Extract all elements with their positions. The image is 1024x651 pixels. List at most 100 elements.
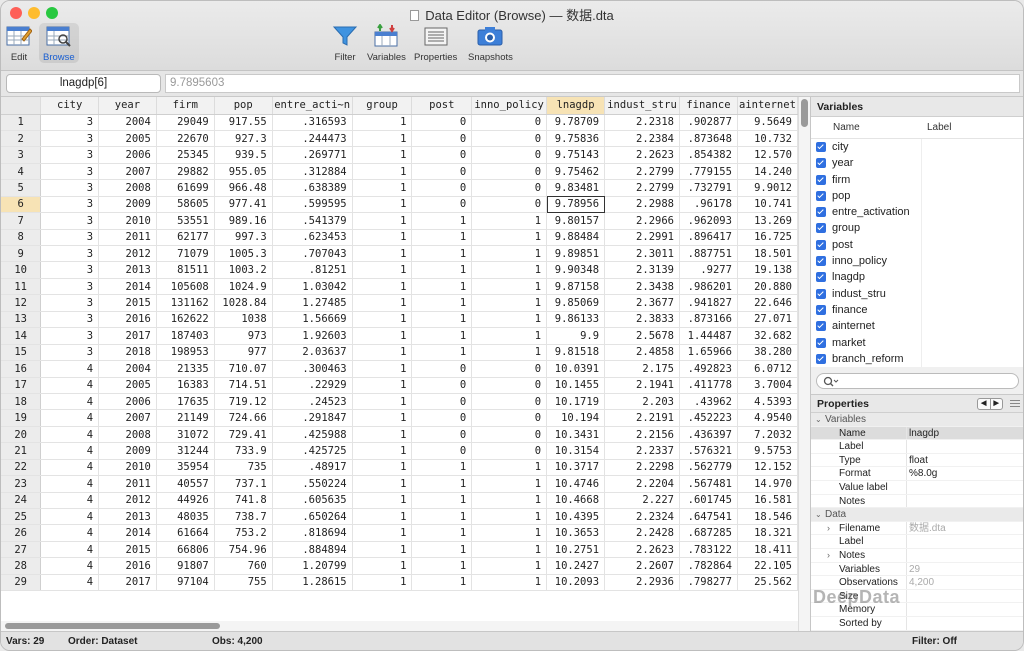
- data-cell[interactable]: 9.81518: [546, 344, 606, 362]
- column-header[interactable]: indust_stru: [604, 97, 680, 115]
- data-cell[interactable]: 2.2799: [604, 163, 680, 181]
- data-cell[interactable]: 7.2032: [737, 426, 798, 444]
- data-cell[interactable]: 2016: [98, 557, 157, 575]
- data-cell[interactable]: 9.85069: [546, 294, 606, 312]
- table-row[interactable]: 12 3 2015 131162 1028.84 1.27485 1 1 1 9.85069 2.3…: [1, 294, 798, 312]
- data-cell[interactable]: 0: [471, 360, 548, 378]
- table-row[interactable]: 23 4 2011 40557 737.1.550224 1 1 1 10.4746 2.2204…: [1, 475, 798, 493]
- variable-item[interactable]: market: [811, 334, 1023, 351]
- data-table[interactable]: city year firm pop entre_acti~n group post inno…: [1, 97, 798, 592]
- data-cell[interactable]: 1003.2: [214, 261, 273, 279]
- data-cell[interactable]: 997.3: [214, 229, 273, 247]
- data-cell[interactable]: 4: [40, 475, 100, 493]
- data-cell[interactable]: 4.9540: [737, 409, 798, 427]
- variable-item[interactable]: ainternet: [811, 318, 1023, 335]
- variable-checkbox[interactable]: [816, 158, 826, 169]
- data-cell[interactable]: 977: [214, 344, 273, 362]
- data-cell[interactable]: 10.1455: [546, 377, 606, 394]
- data-cell[interactable]: .902877: [679, 114, 738, 131]
- data-cell[interactable]: 0: [411, 409, 473, 427]
- row-number[interactable]: 15: [1, 344, 42, 362]
- table-row[interactable]: 24 4 2012 44926 741.8.605635 1 1 1 10.4668 2.227.…: [1, 492, 798, 510]
- property-row[interactable]: Type float: [811, 453, 1023, 468]
- data-cell[interactable]: 1.20799: [272, 557, 353, 575]
- data-cell[interactable]: 9.90348: [546, 261, 606, 279]
- data-cell[interactable]: 2.2337: [604, 442, 680, 460]
- data-cell[interactable]: 6.0712: [737, 360, 798, 378]
- edit-button[interactable]: Edit: [5, 23, 33, 63]
- data-cell[interactable]: 53551: [156, 212, 215, 230]
- column-header[interactable]: finance: [679, 97, 738, 115]
- variables-list[interactable]: Name Label city year firm pop entre_activati…: [811, 117, 1023, 367]
- data-cell[interactable]: 1: [411, 327, 473, 345]
- data-cell[interactable]: 4: [40, 426, 100, 444]
- data-cell[interactable]: 1: [352, 508, 413, 526]
- data-cell[interactable]: 2.3011: [604, 245, 680, 263]
- data-cell[interactable]: .782864: [679, 557, 738, 575]
- data-cell[interactable]: 1028.84: [214, 294, 273, 312]
- data-cell[interactable]: 939.5: [214, 146, 273, 164]
- data-cell[interactable]: 0: [471, 114, 548, 131]
- variable-checkbox[interactable]: [816, 353, 826, 364]
- data-cell[interactable]: 2.1941: [604, 377, 680, 394]
- vertical-scroll-thumb[interactable]: [801, 99, 808, 127]
- table-row[interactable]: 16 4 2004 21335 710.07.300463 1 0 0 10.0391 2.175…: [1, 360, 798, 378]
- data-cell[interactable]: .9277: [679, 261, 738, 279]
- data-cell[interactable]: .896417: [679, 229, 738, 247]
- data-cell[interactable]: 0: [471, 196, 548, 214]
- row-number[interactable]: 4: [1, 163, 42, 181]
- row-number[interactable]: 3: [1, 146, 42, 164]
- data-cell[interactable]: 131162: [156, 294, 215, 312]
- variable-item[interactable]: city: [811, 139, 1023, 156]
- variable-search-input[interactable]: [816, 373, 1019, 389]
- variable-checkbox[interactable]: [816, 207, 826, 218]
- prev-arrow-icon[interactable]: ◀: [978, 399, 990, 409]
- cell-value-field[interactable]: 9.7895603: [165, 74, 1020, 93]
- data-cell[interactable]: 2013: [98, 508, 157, 526]
- data-cell[interactable]: 2017: [98, 574, 157, 592]
- data-cell[interactable]: 4: [40, 409, 100, 427]
- table-row[interactable]: 19 4 2007 21149 724.66.291847 1 0 0 10.194 2.2191…: [1, 409, 798, 427]
- table-row[interactable]: 26 4 2014 61664 753.2.818694 1 1 1 10.3653 2.2428…: [1, 524, 798, 542]
- row-number[interactable]: 25: [1, 508, 42, 526]
- data-cell[interactable]: 1: [352, 426, 413, 444]
- data-cell[interactable]: 1: [352, 475, 413, 493]
- data-cell[interactable]: 1: [411, 212, 473, 230]
- data-cell[interactable]: .492823: [679, 360, 738, 378]
- data-cell[interactable]: 0: [411, 426, 473, 444]
- data-cell[interactable]: .884894: [272, 541, 353, 559]
- data-cell[interactable]: 9.75143: [546, 146, 606, 164]
- table-row[interactable]: 13 3 2016 162622 1038 1.56669 1 1 1 9.86133 2.3833…: [1, 311, 798, 329]
- data-cell[interactable]: 1: [352, 360, 413, 378]
- data-cell[interactable]: 0: [471, 409, 548, 427]
- data-cell[interactable]: 0: [471, 377, 548, 394]
- data-cell[interactable]: .269771: [272, 146, 353, 164]
- data-cell[interactable]: .541379: [272, 212, 353, 230]
- data-cell[interactable]: 32.682: [737, 327, 798, 345]
- data-cell[interactable]: 9.9012: [737, 179, 798, 197]
- property-row[interactable]: Name lnagdp: [811, 426, 1023, 441]
- variable-checkbox[interactable]: [816, 288, 826, 299]
- properties-group[interactable]: ⌄ Variables: [811, 413, 1023, 427]
- row-number[interactable]: 26: [1, 524, 42, 542]
- data-cell[interactable]: 4: [40, 508, 100, 526]
- data-cell[interactable]: 738.7: [214, 508, 273, 526]
- data-cell[interactable]: .43962: [679, 393, 738, 411]
- data-cell[interactable]: 1: [411, 278, 473, 296]
- data-cell[interactable]: .687285: [679, 524, 738, 542]
- data-cell[interactable]: 3: [40, 261, 100, 279]
- column-header-label[interactable]: Label: [927, 117, 951, 139]
- table-row[interactable]: 11 3 2014 105608 1024.9 1.03042 1 1 1 9.87158 2.34…: [1, 278, 798, 296]
- data-cell[interactable]: 21335: [156, 360, 215, 378]
- data-cell[interactable]: 3: [40, 229, 100, 247]
- data-cell[interactable]: 2.203: [604, 393, 680, 411]
- data-cell[interactable]: 19.138: [737, 261, 798, 279]
- data-cell[interactable]: 10.2427: [546, 557, 606, 575]
- property-row[interactable]: Value label: [811, 480, 1023, 495]
- data-cell[interactable]: 0: [471, 179, 548, 197]
- row-number[interactable]: 7: [1, 212, 42, 230]
- data-cell[interactable]: 10.0391: [546, 360, 606, 378]
- column-header[interactable]: inno_policy: [471, 97, 548, 115]
- table-row[interactable]: 14 3 2017 187403 973 1.92603 1 1 1 9.9 2.5678 1.444…: [1, 327, 798, 345]
- property-row[interactable]: Format %8.0g: [811, 467, 1023, 481]
